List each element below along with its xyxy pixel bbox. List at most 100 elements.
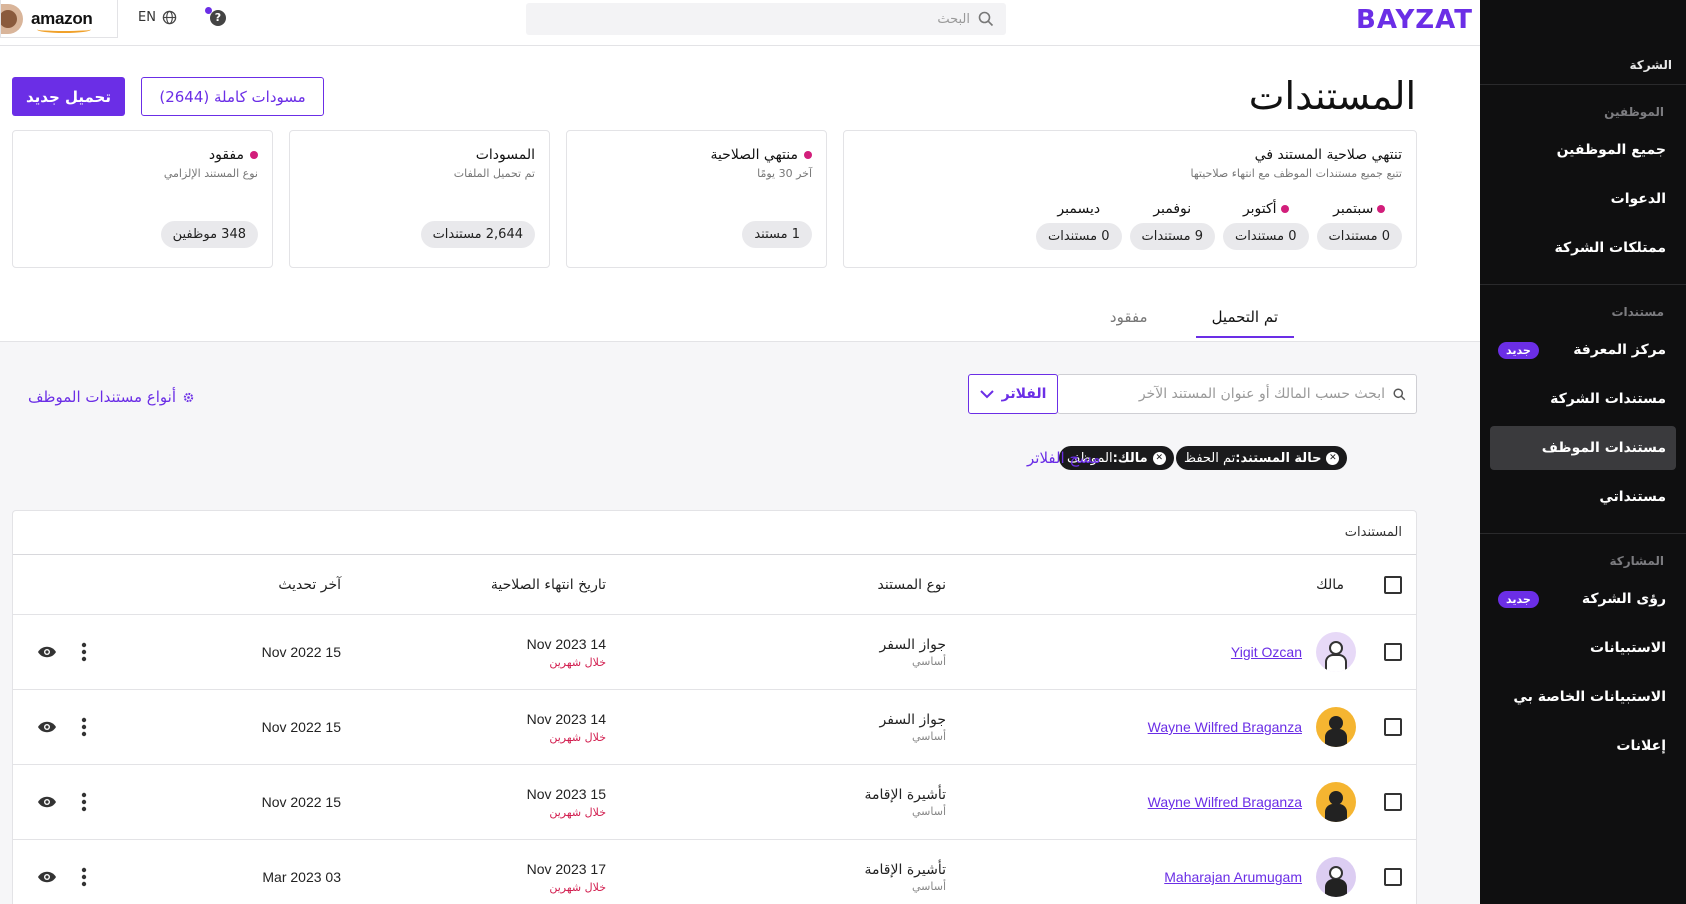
sidebar-item-label: إعلانات: [1616, 738, 1666, 754]
filters-dropdown-button[interactable]: الفلاتر: [968, 374, 1058, 414]
expiry-card: تنتهي صلاحية المستند في تتبع جميع مستندا…: [843, 130, 1417, 268]
tab-uploaded[interactable]: تم التحميل: [1195, 306, 1294, 338]
avatar-body: [1325, 729, 1347, 747]
clear-filters-link[interactable]: مسح الفلاتر: [1027, 449, 1101, 467]
eye-icon[interactable]: [37, 870, 57, 884]
employee-document-types-link[interactable]: أنواع مستندات الموظف: [28, 388, 195, 406]
bayzat-logo[interactable]: BAYZAT: [1356, 5, 1473, 35]
avatar-head: [1329, 866, 1343, 880]
more-vertical-icon[interactable]: [81, 717, 87, 737]
new-badge: جديد: [1498, 341, 1539, 359]
table-header: مالك نوع المستند تاريخ انتهاء الصلاحية آ…: [13, 555, 1416, 615]
tab-missing[interactable]: مفقود: [1094, 306, 1164, 338]
owner-link[interactable]: Maharajan Arumugam: [1164, 869, 1302, 885]
more-vertical-icon[interactable]: [81, 642, 87, 662]
document-type: جواز السفر: [879, 636, 946, 653]
owner-link[interactable]: Wayne Wilfred Braganza: [1148, 794, 1302, 810]
sidebar-item-surveys[interactable]: الاستبيانات: [1490, 626, 1676, 670]
sidebar-item-label: جميع الموظفين: [1556, 142, 1666, 158]
row-checkbox[interactable]: [1384, 793, 1402, 811]
language-label: EN: [138, 10, 156, 25]
row-checkbox[interactable]: [1384, 643, 1402, 661]
header-last-updated[interactable]: آخر تحديث: [278, 555, 341, 614]
card-title: منتهي الصلاحية: [710, 147, 798, 163]
document-tabs: تم التحميل مفقود: [1094, 306, 1294, 338]
header-owner[interactable]: مالك: [1316, 555, 1344, 614]
sidebar-item-company-insights[interactable]: رؤى الشركة جديد: [1490, 577, 1676, 621]
sidebar-item-announcements[interactable]: إعلانات: [1490, 724, 1676, 768]
row-checkbox-cell: [1384, 840, 1402, 904]
more-vertical-icon[interactable]: [81, 792, 87, 812]
close-icon[interactable]: ✕: [1152, 451, 1166, 465]
card-subtitle: نوع المستند الإلزامي: [163, 167, 258, 180]
table-row[interactable]: Wayne Wilfred Braganza تأشيرة الإقامة أسا…: [13, 765, 1416, 840]
new-badge: جديد: [1498, 590, 1539, 608]
sidebar-section-title: المشاركة: [1609, 554, 1664, 568]
table-row[interactable]: Wayne Wilfred Braganza جواز السفر أساسي 1…: [13, 690, 1416, 765]
expiry-date: 14 Nov 2023: [526, 710, 606, 727]
month-count-chip[interactable]: 0 مستندات: [1036, 223, 1122, 250]
owner-link[interactable]: Wayne Wilfred Braganza: [1148, 719, 1302, 735]
sidebar-item-label: الدعوات: [1610, 191, 1666, 207]
sidebar-item-my-surveys[interactable]: الاستبيانات الخاصة بي: [1490, 675, 1676, 719]
sidebar-item-knowledge-center[interactable]: مركز المعرفة جديد: [1490, 328, 1676, 372]
sidebar-company-label[interactable]: الشركة: [1629, 58, 1672, 72]
avatar-head: [1329, 791, 1343, 805]
more-vertical-icon[interactable]: [81, 867, 87, 887]
updated-date: 15 Nov 2022: [261, 644, 341, 660]
table-row[interactable]: Maharajan Arumugam تأشيرة الإقامة أساسي 1…: [13, 840, 1416, 904]
avatar-body: [1325, 879, 1347, 897]
drafts-count-chip[interactable]: 2,644 مستندات: [420, 221, 535, 248]
document-type: جواز السفر: [879, 711, 946, 728]
sidebar-item-all-employees[interactable]: جميع الموظفين: [1490, 128, 1676, 172]
sidebar-item-employee-documents[interactable]: مستندات الموظف: [1490, 426, 1676, 470]
avatar-head: [1329, 716, 1343, 730]
sidebar-item-company-documents[interactable]: مستندات الشركة: [1490, 377, 1676, 421]
expired-count-chip[interactable]: 1 مستند: [742, 221, 812, 248]
card-subtitle: آخر 30 يومًا: [757, 167, 812, 180]
month-count-chip[interactable]: 0 مستندات: [1223, 223, 1309, 250]
month-count-chip[interactable]: 0 مستندات: [1316, 223, 1402, 250]
upload-new-button[interactable]: تحميل جديد: [12, 77, 125, 116]
select-all-checkbox[interactable]: [1384, 575, 1402, 594]
document-search-input[interactable]: ابحث حسب المالك أو عنوان المستند الآخر: [1057, 374, 1417, 414]
filter-pill-status[interactable]: ✕ حالة المستند:تم الحفظ: [1176, 446, 1348, 470]
table-row[interactable]: Yigit Ozcan جواز السفر أساسي 14 Nov 2023 خ…: [13, 615, 1416, 690]
header-document-type[interactable]: نوع المستند: [878, 555, 946, 614]
complete-drafts-button[interactable]: مسودات كاملة (2644): [141, 77, 324, 116]
sidebar-section-employees: الموظفين جميع الموظفين الدعوات ممتلكات ا…: [1480, 105, 1686, 285]
eye-icon[interactable]: [37, 720, 57, 734]
header-expiry-date[interactable]: تاريخ انتهاء الصلاحية: [491, 555, 606, 614]
filter-pill-key: مالك:: [1112, 450, 1148, 466]
sidebar-item-invitations[interactable]: الدعوات: [1490, 177, 1676, 221]
close-icon[interactable]: ✕: [1326, 451, 1340, 465]
sidebar-section-title: مستندات: [1611, 305, 1664, 319]
owner-link[interactable]: Yigit Ozcan: [1231, 644, 1302, 660]
help-icon[interactable]: ?: [210, 10, 226, 26]
month-count-chip[interactable]: 9 مستندات: [1129, 223, 1215, 250]
month-name: سبتمبر: [1333, 201, 1374, 217]
account-switcher[interactable]: amazon: [0, 0, 118, 38]
search-icon: [978, 11, 994, 27]
updated-cell: 15 Nov 2022: [262, 765, 341, 839]
card-subtitle: تم تحميل الملفات: [453, 167, 535, 180]
page-title: المستندات: [1248, 74, 1416, 118]
expiry-cell: 14 Nov 2023 خلال شهرين: [527, 615, 606, 689]
eye-icon[interactable]: [37, 645, 57, 659]
sidebar-header: الشركة: [1480, 0, 1686, 85]
language-switcher[interactable]: EN: [138, 10, 177, 25]
sidebar-item-my-documents[interactable]: مستنداتي: [1490, 475, 1676, 519]
global-search-input[interactable]: البحث: [526, 3, 1006, 35]
sidebar-item-label: الاستبيانات الخاصة بي: [1513, 689, 1666, 705]
row-checkbox[interactable]: [1384, 718, 1402, 736]
sidebar-item-label: مستندات الموظف: [1541, 440, 1666, 456]
avatar-body: [1325, 654, 1347, 672]
gear-icon: [183, 392, 194, 402]
alert-dot: [1280, 205, 1289, 213]
sidebar-item-company-assets[interactable]: ممتلكات الشركة: [1490, 226, 1676, 270]
expired-card: منتهي الصلاحية آخر 30 يومًا 1 مستند: [566, 130, 827, 268]
missing-count-chip[interactable]: 348 موظفين: [160, 221, 258, 248]
row-checkbox[interactable]: [1384, 868, 1402, 886]
eye-icon[interactable]: [37, 795, 57, 809]
document-type-sub: أساسي: [911, 729, 946, 743]
